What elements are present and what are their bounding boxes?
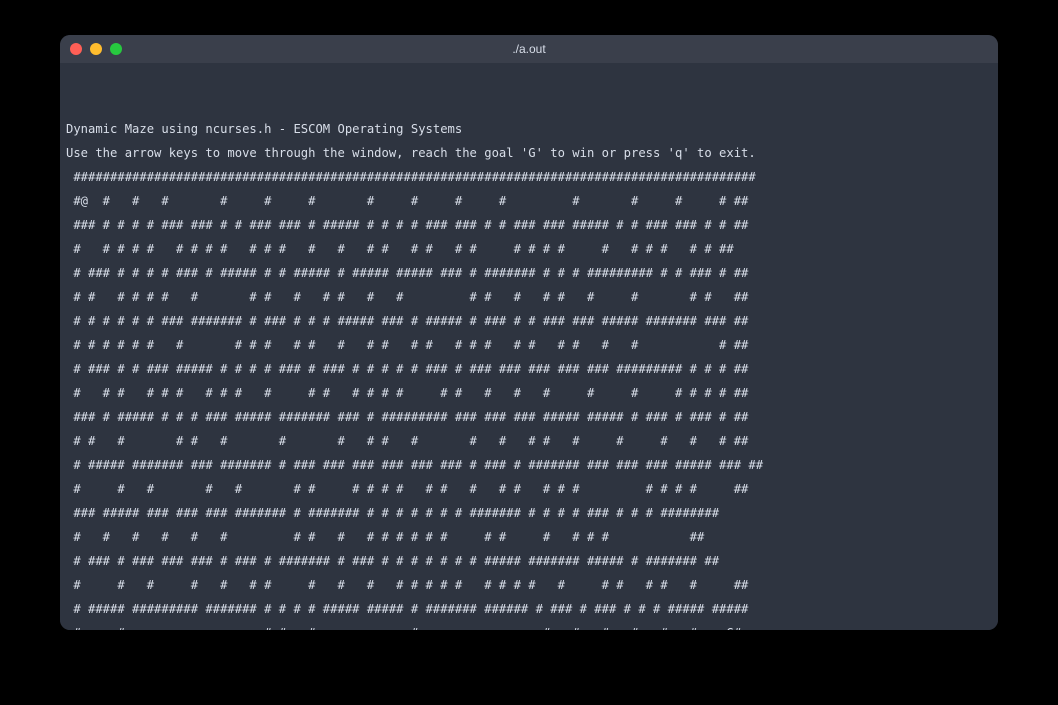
terminal-line: # # # # # # # # # # # # # # # # # # # # …	[66, 237, 992, 261]
terminal-line: # # # # # # # # # # # # # # # # # # # # …	[66, 333, 992, 357]
traffic-lights	[70, 43, 122, 55]
terminal-line: ########################################…	[66, 165, 992, 189]
terminal-line: Dynamic Maze using ncurses.h - ESCOM Ope…	[66, 117, 992, 141]
terminal-line: # ### # ### ### ### # ### # ####### # ##…	[66, 549, 992, 573]
terminal-line: # # # # # # # # # # # # # # # # # # # # …	[66, 381, 992, 405]
terminal-line: # # # # # # # # # # # # # # # # # # # # …	[66, 429, 992, 453]
terminal-window: ./a.out Dynamic Maze using ncurses.h - E…	[60, 35, 998, 630]
terminal-line: Use the arrow keys to move through the w…	[66, 141, 992, 165]
terminal-line: ### # # # # ### ### # # ### ### # ##### …	[66, 213, 992, 237]
zoom-icon[interactable]	[110, 43, 122, 55]
terminal-line: # # # # # # # # # # # # # # # # # # # # …	[66, 525, 992, 549]
terminal-line: ### # ##### # # # ### ##### ####### ### …	[66, 405, 992, 429]
window-title: ./a.out	[60, 42, 998, 56]
terminal-line: # ### # # ### ##### # # # # ### # ### # …	[66, 357, 992, 381]
terminal-output[interactable]: Dynamic Maze using ncurses.h - ESCOM Ope…	[60, 63, 998, 630]
terminal-line: # ##### ######### ####### # # # # ##### …	[66, 597, 992, 621]
close-icon[interactable]	[70, 43, 82, 55]
terminal-line: # # # # # # ### ####### # ### # # # ####…	[66, 309, 992, 333]
titlebar: ./a.out	[60, 35, 998, 63]
terminal-line: ### ##### ### ### ### ####### # ####### …	[66, 501, 992, 525]
minimize-icon[interactable]	[90, 43, 102, 55]
terminal-line: #@ # # # # # # # # # # # # # # ##	[66, 189, 992, 213]
terminal-line: # # # # # # # # # # # # # # # # # # # # …	[66, 285, 992, 309]
terminal-line: # # # # # # # # # # # # G#	[66, 621, 992, 630]
terminal-line: # # # # # # # # # # # # # # # # # # # # …	[66, 477, 992, 501]
terminal-line: # ### # # # # ### # ##### # # ##### # ##…	[66, 261, 992, 285]
terminal-line: # # # # # # # # # # # # # # # # # # # # …	[66, 573, 992, 597]
terminal-line: # ##### ####### ### ####### # ### ### ##…	[66, 453, 992, 477]
